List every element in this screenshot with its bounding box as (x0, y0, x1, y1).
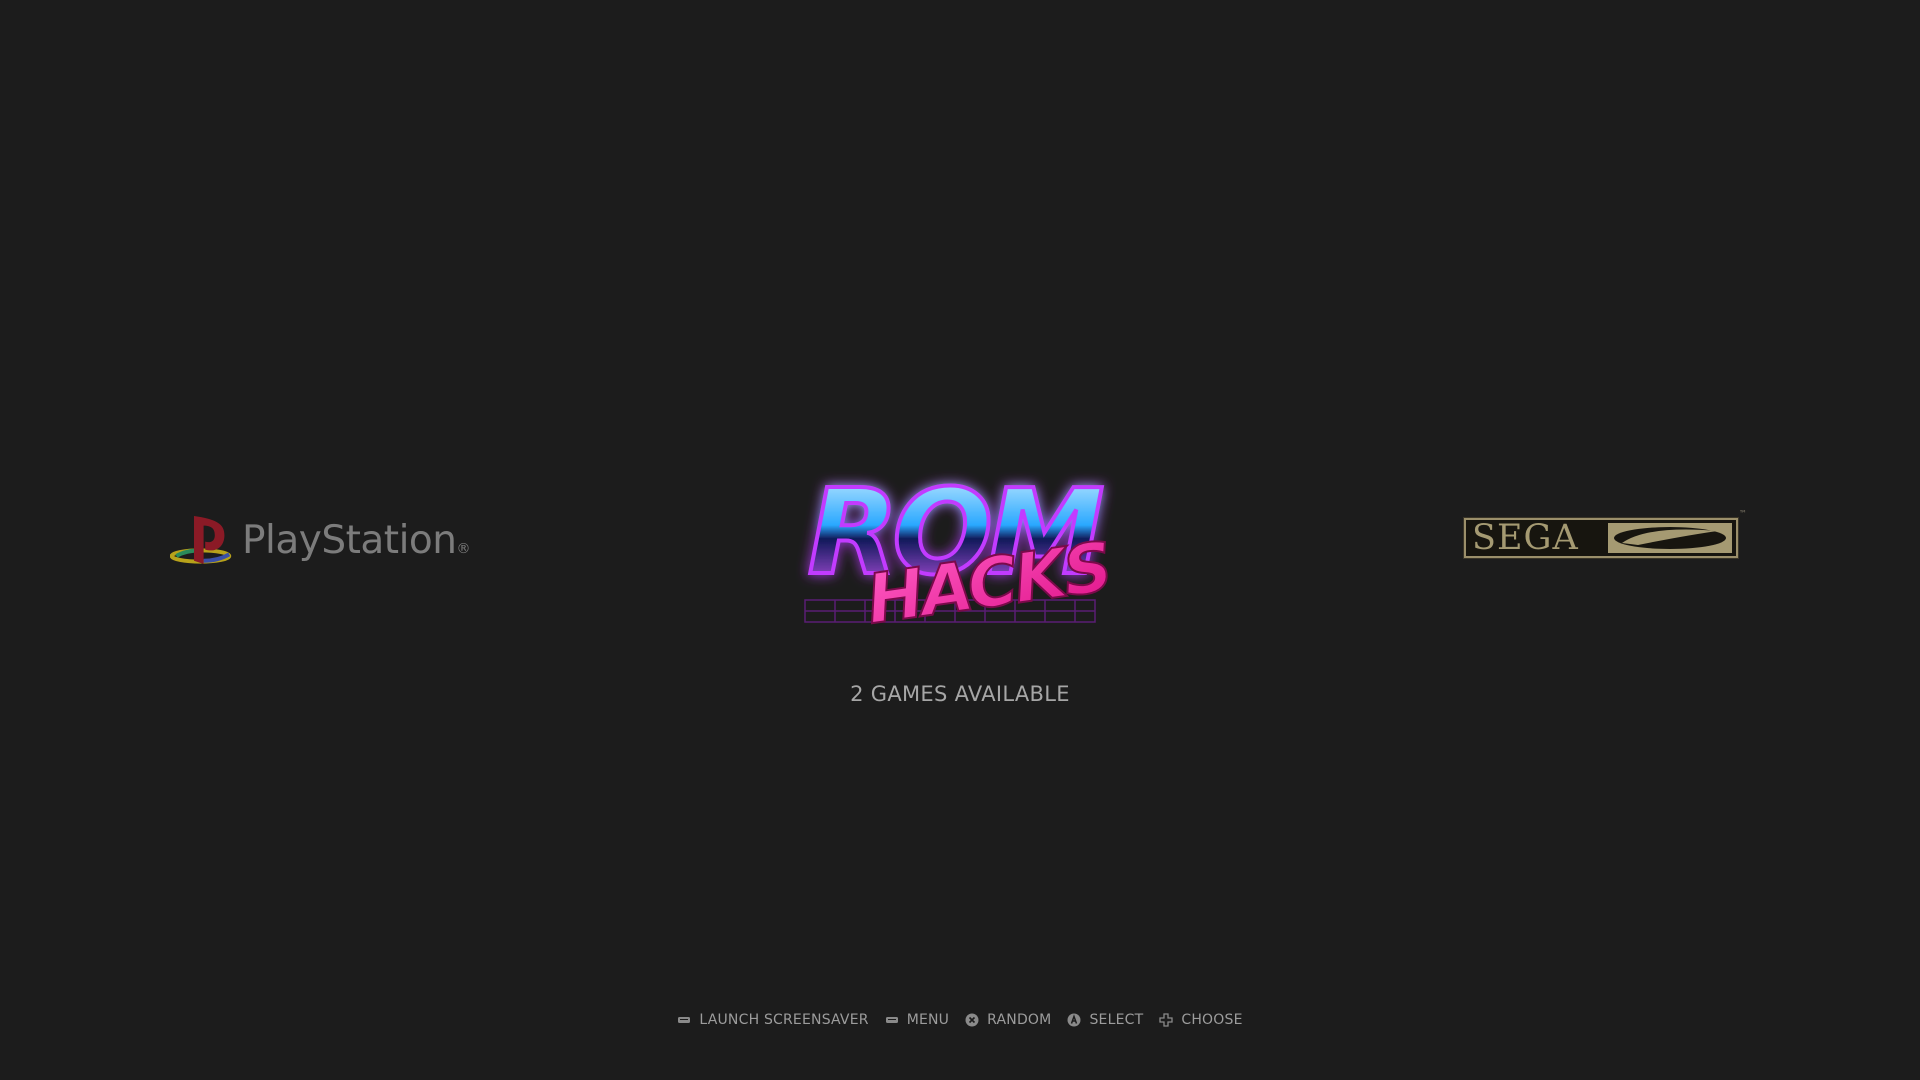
a-button-icon (1067, 1013, 1081, 1027)
select-button-icon (678, 1017, 691, 1023)
help-label: LAUNCH SCREENSAVER (699, 1012, 869, 1028)
help-launch-screensaver[interactable]: LAUNCH SCREENSAVER (677, 1012, 868, 1028)
carousel-item-sega[interactable]: SEGA ™ (1455, 509, 1747, 563)
help-bar: LAUNCH SCREENSAVER MENU RANDOM SELECT CH… (0, 1008, 1920, 1032)
help-label: SELECT (1089, 1012, 1144, 1028)
game-count-label: 2 GAMES AVAILABLE (850, 682, 1070, 706)
system-carousel[interactable]: PlayStation® ROM HACKS SEGA ™ (0, 440, 1920, 641)
registered-mark: ® (456, 540, 471, 557)
playstation-symbol-icon (170, 515, 232, 565)
help-choose[interactable]: CHOOSE (1159, 1012, 1242, 1028)
carousel-item-rom-hacks[interactable]: ROM HACKS (755, 455, 1155, 641)
playstation-wordmark: PlayStation® (242, 518, 470, 563)
system-view: PlayStation® ROM HACKS SEGA ™ 2 GAMES AV… (0, 0, 1920, 1080)
dpad-icon (1159, 1013, 1173, 1027)
help-label: CHOOSE (1181, 1012, 1243, 1028)
trademark-mark: ™ (1739, 509, 1747, 518)
help-label: RANDOM (987, 1012, 1052, 1028)
help-random[interactable]: RANDOM (965, 1012, 1051, 1028)
help-label: MENU (906, 1012, 950, 1028)
x-button-icon (965, 1013, 979, 1027)
help-select[interactable]: SELECT (1067, 1012, 1143, 1028)
carousel-item-playstation[interactable]: PlayStation® (170, 508, 470, 572)
playstation-wordmark-text: PlayStation (242, 517, 457, 563)
sega-wordmark: SEGA (1472, 517, 1579, 558)
sega-logo-box: SEGA (1463, 517, 1739, 559)
saturn-ring-icon (1608, 523, 1732, 553)
start-button-icon (885, 1017, 898, 1023)
rom-hacks-logo: ROM HACKS (804, 461, 1116, 641)
help-menu[interactable]: MENU (885, 1012, 949, 1028)
